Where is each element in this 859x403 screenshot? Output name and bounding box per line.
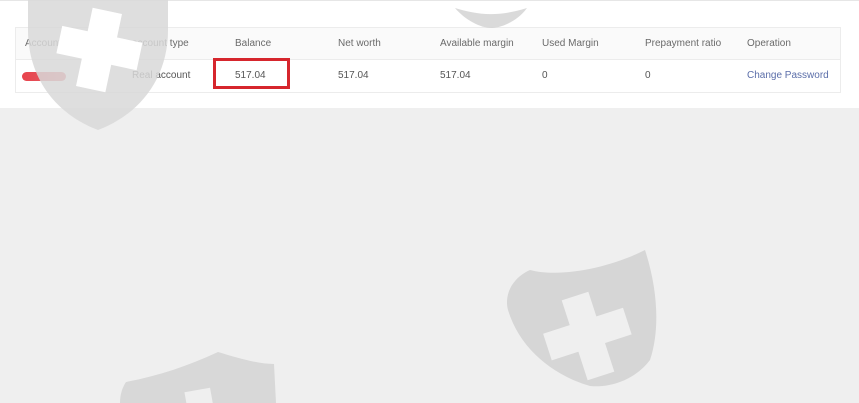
cell-used-margin: 0 bbox=[542, 70, 548, 81]
cell-available-margin: 517.04 bbox=[440, 70, 471, 81]
accounts-panel: Account account type Balance Net worth A… bbox=[0, 0, 859, 108]
header-account-type: account type bbox=[132, 38, 189, 49]
cell-account-type: Real account bbox=[132, 70, 191, 81]
header-prepayment-ratio: Prepayment ratio bbox=[645, 38, 722, 49]
header-operation: Operation bbox=[747, 38, 791, 49]
header-available-margin: Available margin bbox=[440, 38, 514, 49]
table-row: Real account 517.04 517.04 517.04 0 0 Ch… bbox=[16, 60, 840, 92]
accounts-table: Account account type Balance Net worth A… bbox=[15, 27, 841, 93]
cell-net-worth: 517.04 bbox=[338, 70, 369, 81]
header-used-margin: Used Margin bbox=[542, 38, 599, 49]
change-password-link[interactable]: Change Password bbox=[747, 60, 829, 92]
shield-cross-watermark-icon bbox=[506, 250, 657, 387]
header-account: Account bbox=[25, 38, 62, 49]
cell-prepayment-ratio: 0 bbox=[645, 70, 651, 81]
cell-balance: 517.04 bbox=[235, 70, 266, 81]
header-balance: Balance bbox=[235, 38, 272, 49]
header-net-worth: Net worth bbox=[338, 38, 381, 49]
shield-cross-watermark-icon bbox=[120, 352, 276, 403]
table-header-row: Account account type Balance Net worth A… bbox=[16, 28, 840, 60]
account-id-redacted bbox=[22, 72, 66, 81]
